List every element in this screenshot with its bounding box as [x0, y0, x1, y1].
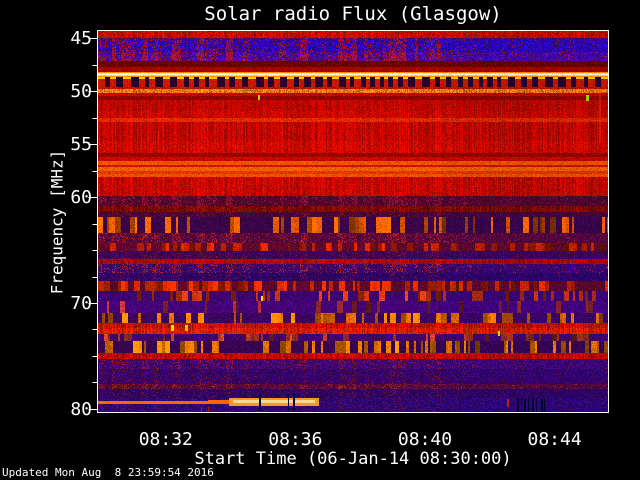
y-tick-label: 80 [70, 398, 92, 420]
x-tick-label: 08:40 [397, 429, 453, 450]
update-timestamp: Updated Mon Aug 8 23:59:54 2016 [2, 466, 214, 479]
x-tick-label: 08:36 [268, 429, 323, 450]
x-tick-label: 08:44 [527, 429, 582, 450]
y-axis-label: Frequency [MHz] [47, 149, 67, 295]
x-tick-label: 08:32 [138, 429, 193, 450]
y-tick-label: 55 [70, 134, 92, 156]
spectrogram-window: Solar radio Flux (Glasgow) Frequency [MH… [0, 0, 640, 480]
y-tick-label: 70 [70, 292, 92, 314]
y-tick-label: 45 [70, 28, 92, 50]
y-tick-label: 60 [70, 187, 92, 209]
chart-title: Solar radio Flux (Glasgow) [204, 3, 502, 25]
spectrogram-canvas [98, 31, 608, 412]
y-tick-label: 50 [70, 81, 92, 103]
